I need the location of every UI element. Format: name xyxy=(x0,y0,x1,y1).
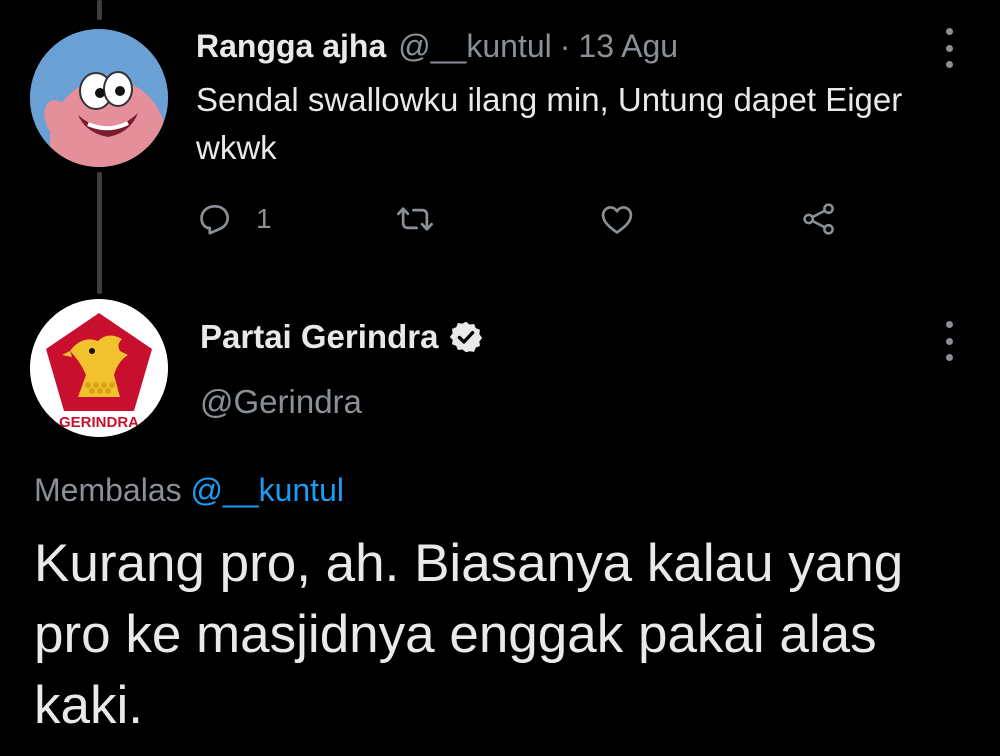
tweet-actions: 1 xyxy=(196,196,856,242)
tweet1-header: Rangga ajha @__kuntul · 13 Agu xyxy=(196,28,678,65)
separator-dot: · xyxy=(559,28,571,64)
avatar-rangga[interactable] xyxy=(30,29,168,167)
tweet-text: Sendal swallowku ilang min, Untung dapet… xyxy=(196,81,903,166)
gerindra-eagle-logo-icon: GERINDRA xyxy=(30,299,168,437)
reply-icon xyxy=(200,204,230,235)
display-name[interactable]: Partai Gerindra xyxy=(200,318,438,356)
thread-line-connector xyxy=(97,172,102,294)
avatar-gerindra[interactable]: GERINDRA xyxy=(30,299,168,437)
verified-badge-icon xyxy=(448,319,484,355)
share-icon xyxy=(803,203,834,235)
tweet-text: Kurang pro, ah. Biasanya kalau yang pro … xyxy=(34,534,904,735)
replying-to: Membalas @__kuntul xyxy=(34,472,344,509)
tweet2-header: Partai Gerindra xyxy=(200,318,484,356)
like-button[interactable] xyxy=(598,196,636,242)
reply-count: 1 xyxy=(256,203,272,234)
logo-text: GERINDRA xyxy=(59,414,139,431)
replying-label: Membalas xyxy=(34,472,182,508)
retweet-button[interactable] xyxy=(396,196,434,242)
more-vertical-icon[interactable] xyxy=(937,28,961,68)
share-button[interactable] xyxy=(800,196,838,242)
user-handle[interactable]: @__kuntul xyxy=(398,28,551,65)
more-vertical-icon[interactable] xyxy=(937,321,961,361)
reply-button[interactable]: 1 xyxy=(196,196,272,242)
tweet-date[interactable]: 13 Agu xyxy=(578,28,678,65)
thread-line-top xyxy=(97,0,102,20)
display-name[interactable]: Rangga ajha xyxy=(196,28,386,65)
user-handle[interactable]: @Gerindra xyxy=(200,383,362,421)
cartoon-avatar-icon xyxy=(30,29,168,167)
retweet-icon xyxy=(397,207,433,231)
replying-mention-link[interactable]: @__kuntul xyxy=(191,472,344,508)
heart-icon xyxy=(601,206,633,234)
